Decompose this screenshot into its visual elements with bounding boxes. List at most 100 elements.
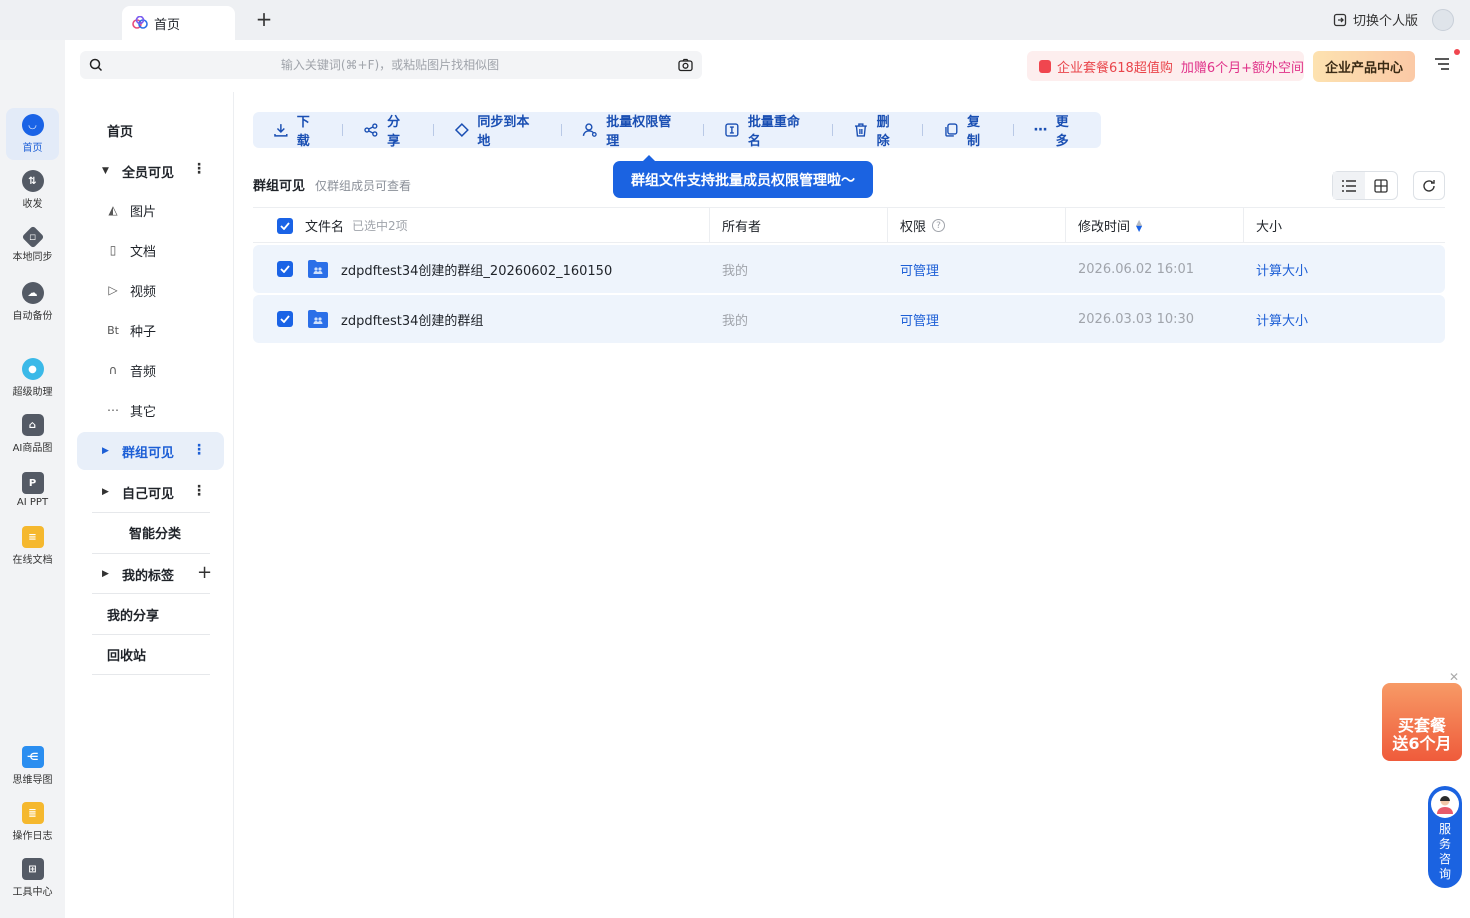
nav-item-home[interactable]: ◡ 首页 xyxy=(6,108,59,160)
separator xyxy=(432,124,434,136)
file-name[interactable]: zdpdftest34创建的群组_20260602_160150 xyxy=(341,245,612,293)
search-input[interactable] xyxy=(120,53,660,77)
nav-item-sync[interactable]: ◇ 本地同步 xyxy=(6,220,59,272)
sidebar-label: 其它 xyxy=(130,404,157,420)
more-vertical-icon[interactable]: ⋮ xyxy=(192,484,206,498)
sort-icon[interactable]: ▲ ▼ xyxy=(1136,218,1142,232)
calculate-size-link[interactable]: 计算大小 xyxy=(1256,245,1308,293)
service-char: 询 xyxy=(1438,867,1451,881)
divider xyxy=(92,593,210,594)
nav-item-backup[interactable]: ☁ 自动备份 xyxy=(6,276,59,328)
row-checkbox[interactable] xyxy=(277,245,293,293)
sidebar-item-torrent[interactable]: Bt 种子 xyxy=(106,312,156,348)
new-tab-button[interactable]: + xyxy=(254,8,274,30)
nav-item-transfer[interactable]: ⇅ 收发 xyxy=(6,164,59,216)
nav-item-online-doc[interactable]: ≡ 在线文档 xyxy=(6,520,59,572)
table-header: 文件名 已选中2项 所有者 权限 ? 修改时间 ▲ ▼ 大小 xyxy=(253,207,1445,243)
batch-permission-button[interactable]: 批量权限管理 xyxy=(582,112,703,149)
column-separator xyxy=(1243,208,1244,243)
copy-button[interactable]: 复制 xyxy=(943,112,1012,149)
column-label: 权限 xyxy=(900,220,927,235)
camera-icon[interactable] xyxy=(678,58,693,72)
sidebar-self-visible[interactable]: ▶ 自己可见 xyxy=(102,474,174,510)
promo-line: 送6个月 xyxy=(1392,734,1452,753)
select-all-checkbox[interactable] xyxy=(277,208,293,243)
sidebar-item-images[interactable]: ◭ 图片 xyxy=(106,192,156,228)
rename-icon xyxy=(725,123,739,137)
menu-icon[interactable] xyxy=(1434,56,1450,72)
assistant-icon: ● xyxy=(21,358,44,380)
sidebar-all-visible[interactable]: ▼ 全员可见 xyxy=(102,153,174,189)
sidebar-smart-classify[interactable]: 智能分类 xyxy=(129,514,181,550)
sidebar-group-visible[interactable]: ▶ 群组可见 xyxy=(102,433,174,469)
search-bar[interactable] xyxy=(80,51,702,79)
user-avatar[interactable] xyxy=(1432,9,1454,31)
nav-item-ai-product[interactable]: ⌂ AI商品图 xyxy=(6,408,59,460)
sidebar-item-video[interactable]: ▷ 视频 xyxy=(106,272,156,308)
list-icon xyxy=(1342,179,1356,192)
tab-home[interactable]: 首页 xyxy=(122,6,235,40)
product-center-button[interactable]: 企业产品中心 xyxy=(1313,51,1415,82)
sidebar-home[interactable]: 首页 xyxy=(107,112,133,148)
nav-item-mindmap[interactable]: ⋲ 思维导图 xyxy=(6,740,59,792)
column-owner[interactable]: 所有者 xyxy=(722,208,761,243)
float-promo-banner[interactable]: 买套餐 送6个月 xyxy=(1382,683,1462,761)
nav-item-assistant[interactable]: ● 超级助理 xyxy=(6,352,59,404)
button-label: 复制 xyxy=(967,115,981,149)
column-separator xyxy=(1065,208,1066,243)
divider xyxy=(92,674,210,675)
sidebar-item-docs[interactable]: ▯ 文档 xyxy=(106,232,156,268)
grid-view-button[interactable] xyxy=(1365,172,1397,199)
refresh-button[interactable] xyxy=(1413,171,1445,200)
column-modified[interactable]: 修改时间 ▲ ▼ xyxy=(1078,208,1142,243)
column-size[interactable]: 大小 xyxy=(1256,208,1282,243)
trash-icon xyxy=(854,123,867,137)
column-name[interactable]: 文件名 已选中2项 xyxy=(305,208,408,243)
divider xyxy=(92,553,210,554)
download-button[interactable]: 下载 xyxy=(273,112,342,149)
close-icon[interactable]: ✕ xyxy=(1449,671,1461,683)
more-vertical-icon[interactable]: ⋮ xyxy=(192,162,206,176)
list-view-button[interactable] xyxy=(1333,172,1365,199)
switch-personal-button[interactable]: 切换个人版 xyxy=(1333,10,1418,29)
file-table: 文件名 已选中2项 所有者 权限 ? 修改时间 ▲ ▼ 大小 zdpdftest… xyxy=(253,207,1445,343)
sidebar-my-tags[interactable]: ▶ 我的标签 xyxy=(102,556,174,592)
share-icon xyxy=(364,123,378,137)
more-vertical-icon[interactable]: ⋮ xyxy=(192,443,206,457)
row-checkbox[interactable] xyxy=(277,295,293,343)
sidebar-label: 种子 xyxy=(130,324,157,340)
caret-right-icon: ▶ xyxy=(102,569,109,579)
nav-item-tools[interactable]: ⊞ 工具中心 xyxy=(6,852,59,904)
help-icon[interactable]: ? xyxy=(932,219,946,232)
sidebar-item-other[interactable]: ⋯ 其它 xyxy=(106,392,156,428)
table-row[interactable]: zdpdftest34创建的群组 我的 可管理 2026.03.03 10:30… xyxy=(253,295,1445,343)
column-permission[interactable]: 权限 ? xyxy=(900,208,946,243)
nav-label: 超级助理 xyxy=(12,387,53,398)
calculate-size-link[interactable]: 计算大小 xyxy=(1256,295,1308,343)
batch-rename-button[interactable]: 批量重命名 xyxy=(724,112,832,149)
nav-item-log[interactable]: ≣ 操作日志 xyxy=(6,796,59,848)
image-icon: ◭ xyxy=(108,203,118,217)
feature-tooltip: 群组文件支持批量成员权限管理啦～ xyxy=(613,155,873,198)
more-button[interactable]: ⋯ 更多 xyxy=(1034,112,1101,149)
customer-service-button[interactable]: 服 务 咨 询 xyxy=(1428,786,1462,888)
file-permission[interactable]: 可管理 xyxy=(900,295,939,343)
sidebar-my-share[interactable]: 我的分享 xyxy=(107,596,159,632)
file-permission[interactable]: 可管理 xyxy=(900,245,939,293)
share-button[interactable]: 分享 xyxy=(363,112,432,149)
separator xyxy=(703,124,705,136)
delete-button[interactable]: 删除 xyxy=(853,112,922,149)
button-label: 批量权限管理 xyxy=(606,115,672,149)
sync-local-button[interactable]: 同步到本地 xyxy=(454,112,562,149)
column-label: 文件名 xyxy=(305,220,345,235)
left-nav: ◡ 首页 ⇅ 收发 ◇ 本地同步 ☁ 自动备份 ● 超级助理 ⌂ AI商品图 P… xyxy=(0,40,65,918)
sidebar-recycle-bin[interactable]: 回收站 xyxy=(107,636,146,672)
sidebar-item-audio[interactable]: ∩ 音频 xyxy=(106,352,156,388)
promo-banner[interactable]: 企业套餐618超值购 加赠6个月+额外空间 xyxy=(1027,51,1304,81)
button-label: 批量重命名 xyxy=(747,115,800,149)
add-tag-icon[interactable]: + xyxy=(197,564,212,582)
group-folder-icon xyxy=(307,245,329,293)
nav-item-ai-ppt[interactable]: P AI PPT xyxy=(6,464,59,516)
table-row[interactable]: zdpdftest34创建的群组_20260602_160150 我的 可管理 … xyxy=(253,245,1445,293)
file-name[interactable]: zdpdftest34创建的群组 xyxy=(341,295,483,343)
